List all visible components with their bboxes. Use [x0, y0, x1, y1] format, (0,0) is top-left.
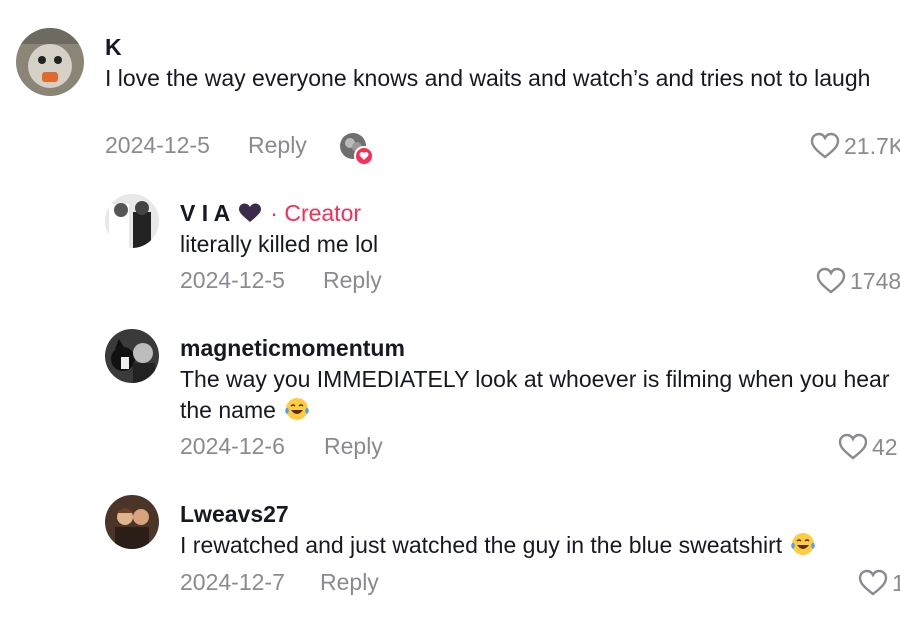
heart-outline-icon — [810, 132, 840, 159]
comment-date: 2024-12-5 — [105, 132, 210, 158]
like-count: 1 — [892, 570, 900, 596]
comment-username[interactable]: magneticmomentum — [180, 335, 405, 362]
reply-button[interactable]: Reply — [248, 132, 307, 159]
comment-text: I love the way everyone knows and waits … — [105, 65, 871, 91]
heart-outline-icon — [816, 267, 846, 294]
comment-date: 2024-12-6 — [180, 433, 285, 459]
creator-label: · Creator — [270, 200, 362, 226]
like-count: 21.7K — [844, 133, 900, 159]
heart-badge-icon — [354, 146, 374, 166]
comment-date: 2024-12-5 — [180, 267, 285, 293]
comment-username[interactable]: V I A · Creator — [180, 200, 361, 230]
like-button[interactable]: 21.7K — [810, 132, 900, 160]
like-button[interactable]: 1748 — [816, 267, 900, 295]
comment-text: I rewatched and just watched the guy in … — [180, 530, 890, 565]
comment-date: 2024-12-7 — [180, 569, 285, 595]
heart-outline-icon — [838, 433, 868, 460]
avatar[interactable] — [16, 28, 84, 96]
reply-button[interactable]: Reply — [323, 267, 382, 294]
comment-text: The way you IMMEDIATELY look at whoever … — [180, 364, 890, 430]
reply-button[interactable]: Reply — [324, 433, 383, 460]
avatar[interactable] — [105, 495, 159, 549]
avatar[interactable] — [105, 194, 159, 248]
laughing-tears-emoji-icon — [284, 396, 310, 430]
like-count: 1748 — [850, 268, 900, 294]
like-count: 42 — [872, 434, 898, 460]
comment-text: literally killed me lol — [180, 231, 379, 257]
comment-username[interactable]: Lweavs27 — [180, 501, 289, 528]
comment-text-content: I rewatched and just watched the guy in … — [180, 532, 783, 558]
heart-outline-icon — [858, 569, 888, 596]
like-button[interactable]: 1 — [858, 569, 900, 597]
comment-username[interactable]: K — [105, 34, 122, 61]
avatar[interactable] — [105, 329, 159, 383]
purple-heart-icon — [238, 202, 262, 230]
like-button[interactable]: 42 — [838, 433, 898, 461]
username-text: V I A — [180, 200, 231, 226]
laughing-tears-emoji-icon — [790, 531, 816, 565]
reply-button[interactable]: Reply — [320, 569, 379, 596]
